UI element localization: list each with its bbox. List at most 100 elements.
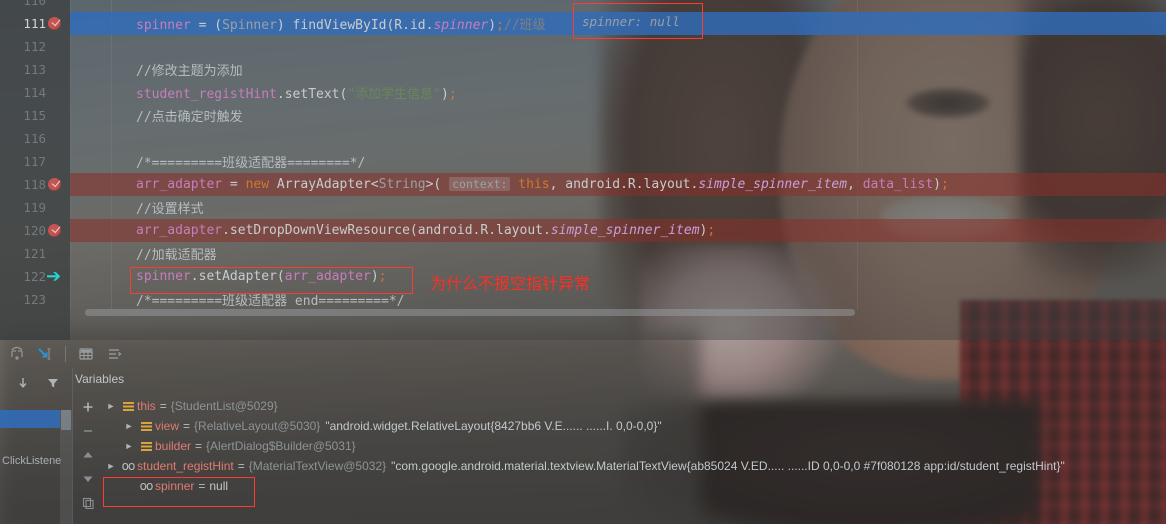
code-line-112[interactable]: 112 [0, 35, 1166, 58]
breakpoint-slot[interactable] [46, 242, 70, 265]
breakpoint-slot[interactable] [46, 81, 70, 104]
breakpoint-slot[interactable]: ➔ [46, 265, 70, 288]
object-icon [137, 421, 155, 431]
code-text: arr_adapter.setDropDownViewResource(andr… [136, 223, 716, 238]
code-text: arr_adapter = new ArrayAdapter<String>( … [136, 177, 949, 192]
variable-type: {RelativeLayout@5030} [194, 419, 321, 433]
code-line-119[interactable]: 119 //设置样式 [0, 196, 1166, 219]
frame-selected[interactable] [0, 410, 60, 428]
line-number: 119 [23, 200, 46, 215]
code-line-120[interactable]: 120 arr_adapter.setDropDownViewResource(… [0, 219, 1166, 242]
breakpoint-slot[interactable] [46, 12, 70, 35]
breakpoint-slot[interactable] [46, 35, 70, 58]
debugger-toolbar [0, 340, 1166, 368]
frames-list[interactable]: ClickListene [0, 410, 72, 524]
object-icon [137, 441, 155, 451]
debugger-tool-window: ClickListene Variables ► this = {Student… [0, 340, 1166, 524]
copy-icon[interactable] [77, 494, 99, 512]
breakpoint-slot[interactable] [46, 288, 70, 311]
frames-panel[interactable]: ClickListene [0, 368, 72, 524]
code-text: //设置样式 [136, 202, 204, 217]
show-values-inline-icon[interactable] [101, 343, 127, 365]
variable-row-spinner[interactable]: oo spinner = null [103, 476, 1166, 507]
code-line-123[interactable]: 123 /*=========班级适配器 end=========*/ [0, 288, 1166, 311]
line-number: 120 [23, 223, 46, 238]
code-text: //修改主题为添加 [136, 64, 243, 79]
filter-icon[interactable] [42, 374, 64, 392]
add-watch-icon[interactable] [77, 398, 99, 416]
parameter-hint-inlay: context: [449, 177, 511, 191]
breakpoint-slot[interactable] [46, 196, 70, 219]
remove-watch-icon[interactable] [77, 422, 99, 440]
breakpoint-slot[interactable] [46, 150, 70, 173]
breakpoint-slot[interactable] [46, 104, 70, 127]
line-number: 121 [23, 246, 46, 261]
line-number: 110 [23, 0, 46, 8]
toolbar-separator [65, 346, 66, 362]
variable-name: student_registHint [137, 459, 234, 473]
code-line-121[interactable]: 121 //加载适配器 [0, 242, 1166, 265]
code-text: //点击确定时触发 [136, 110, 243, 125]
variable-row-student-registhint[interactable]: ► oo student_registHint = {MaterialTextV… [103, 456, 1166, 476]
inline-value-hint: spinner: null [582, 13, 680, 29]
variable-name: this [137, 399, 156, 413]
line-number: 123 [23, 292, 46, 307]
down-icon[interactable] [77, 470, 99, 488]
breakpoint-icon[interactable] [48, 178, 61, 191]
code-text: student_registHint.setText("添加学生信息"); [136, 87, 457, 102]
variable-annotation-box [103, 477, 255, 507]
equals-sign: = [159, 399, 167, 413]
line-number: 117 [23, 154, 46, 169]
code-line-115[interactable]: 115 //点击确定时触发 [0, 104, 1166, 127]
line-number: 112 [23, 39, 46, 54]
variable-row-this[interactable]: ► this = {StudentList@5029} [103, 396, 1166, 416]
code-line-116[interactable]: 116 [0, 127, 1166, 150]
code-text: spinner = (Spinner) findViewById(R.id.sp… [136, 18, 546, 33]
variables-panel: Variables ► this = {StudentList@5029} ► … [73, 368, 1166, 524]
breakpoint-slot[interactable] [46, 58, 70, 81]
variables-title: Variables [75, 372, 125, 386]
line-number: 115 [23, 108, 46, 123]
code-editor[interactable]: 110 111 spinner = (Spinner) findViewById… [0, 0, 1166, 340]
breakpoint-slot[interactable] [46, 219, 70, 242]
equals-sign: = [195, 439, 203, 453]
code-line-117[interactable]: 117 /*=========班级适配器========*/ [0, 150, 1166, 173]
chevron-right-icon[interactable]: ► [103, 461, 119, 471]
breakpoint-slot[interactable] [46, 127, 70, 150]
variables-toolbar [73, 396, 103, 524]
chevron-right-icon[interactable]: ► [121, 421, 137, 431]
breakpoint-slot[interactable] [46, 173, 70, 196]
step-into-icon[interactable] [32, 343, 58, 365]
variables-tree[interactable]: ► this = {StudentList@5029} ► view = {Re… [103, 396, 1166, 524]
chevron-right-icon[interactable]: ► [121, 441, 137, 451]
variable-row-view[interactable]: ► view = {RelativeLayout@5030} "android.… [103, 416, 1166, 436]
editor-horizontal-scrollbar[interactable] [85, 309, 855, 316]
frames-toolbar [0, 368, 72, 398]
line-number: 116 [23, 131, 46, 146]
frames-scroll-thumb[interactable] [61, 410, 71, 430]
line-number: 114 [23, 85, 46, 100]
execution-pointer-icon: ➔ [46, 266, 62, 286]
code-line-118[interactable]: 118 arr_adapter = new ArrayAdapter<Strin… [0, 173, 1166, 196]
evaluate-expression-icon[interactable] [73, 343, 99, 365]
line-number: 111 [23, 16, 46, 31]
variable-row-builder[interactable]: ► builder = {AlertDialog$Builder@5031} [103, 436, 1166, 456]
breakpoint-icon[interactable] [48, 17, 61, 30]
breakpoint-slot[interactable] [46, 0, 70, 12]
line-number: 113 [23, 62, 46, 77]
code-line-114[interactable]: 114 student_registHint.setText("添加学生信息")… [0, 81, 1166, 104]
step-over-icon[interactable] [4, 343, 30, 365]
export-to-text-file-icon[interactable] [12, 374, 34, 392]
variable-name: view [155, 419, 180, 433]
object-icon [119, 401, 137, 411]
breakpoint-icon[interactable] [48, 224, 61, 237]
code-line-113[interactable]: 113 //修改主题为添加 [0, 58, 1166, 81]
field-icon: oo [121, 459, 136, 473]
line-number: 122 [23, 269, 46, 284]
variable-type: {AlertDialog$Builder@5031} [206, 439, 356, 453]
chevron-right-icon[interactable]: ► [103, 401, 119, 411]
ide-window: 110 111 spinner = (Spinner) findViewById… [0, 0, 1166, 524]
variable-name: builder [155, 439, 192, 453]
variable-type: {MaterialTextView@5032} [248, 459, 387, 473]
up-icon[interactable] [77, 446, 99, 464]
